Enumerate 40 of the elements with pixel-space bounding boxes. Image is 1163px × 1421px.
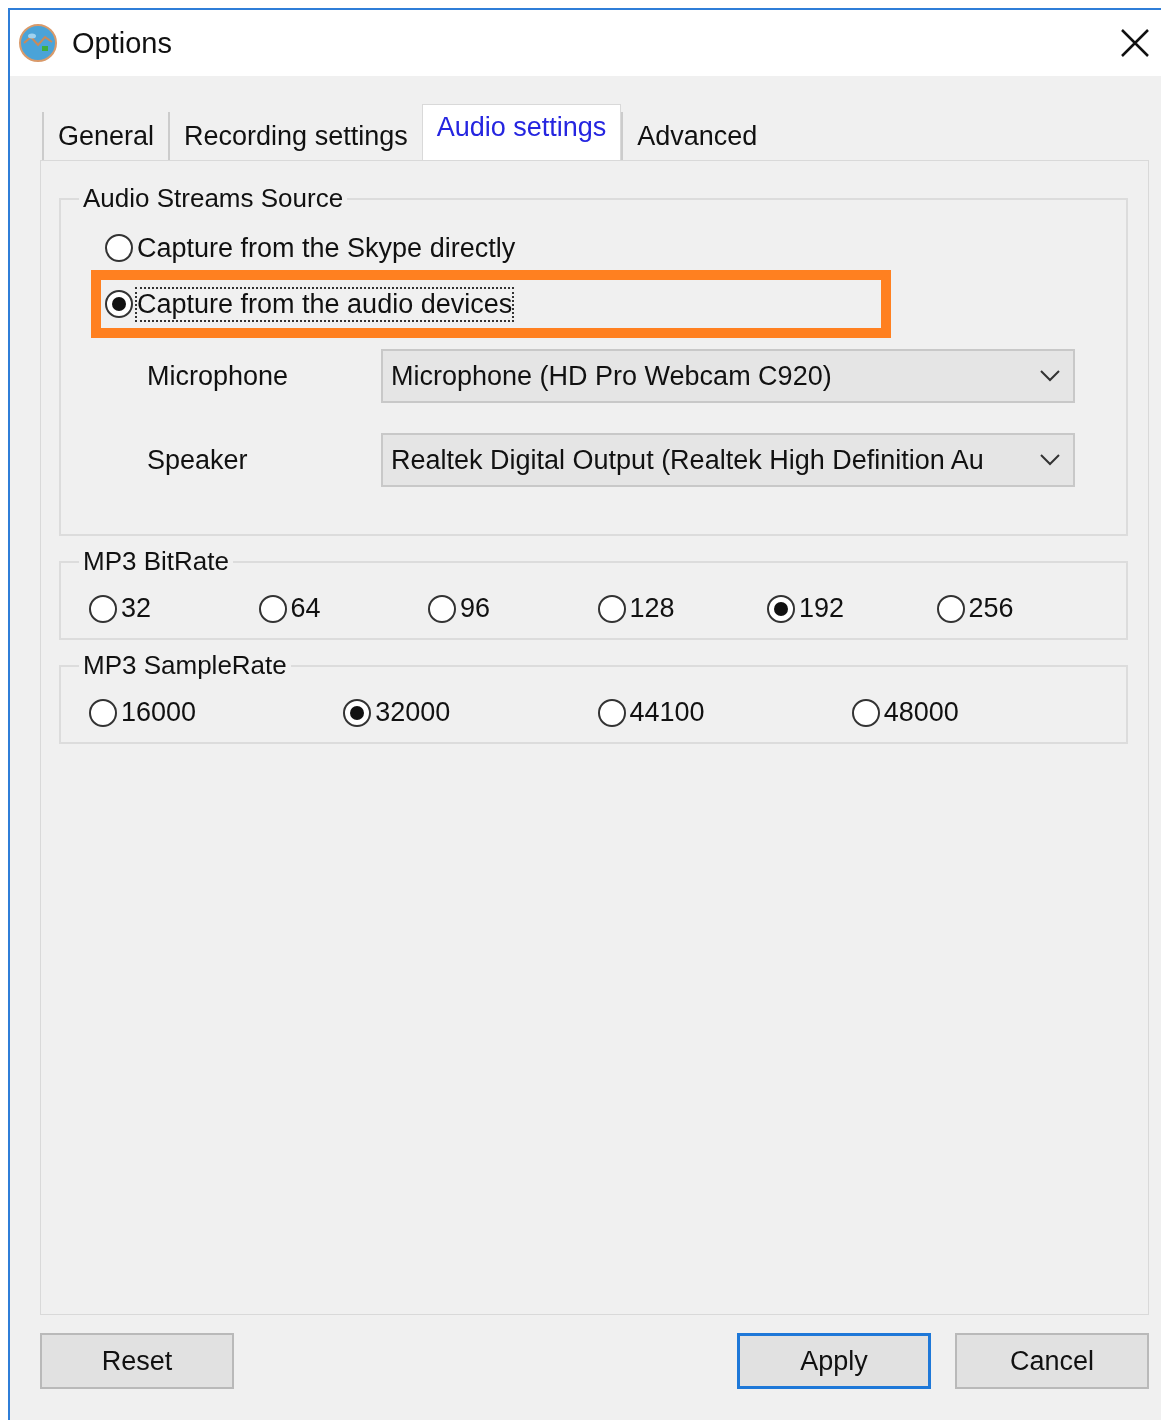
radio-button[interactable] (597, 594, 626, 623)
radio-label[interactable]: 16000 (121, 697, 197, 728)
radio-button[interactable] (89, 698, 117, 727)
radio-button[interactable] (258, 594, 287, 623)
radio-button[interactable] (343, 698, 372, 727)
radio-button[interactable] (767, 594, 795, 623)
radio-button[interactable] (597, 698, 626, 727)
group-title: MP3 SampleRate (82, 650, 288, 681)
radio-label[interactable]: 48000 (883, 697, 959, 728)
radio-label[interactable]: 96 (460, 593, 491, 624)
radio-label[interactable]: 192 (799, 593, 845, 624)
radio-label[interactable]: 128 (629, 593, 675, 624)
close-icon[interactable] (1119, 27, 1151, 59)
group-title: Audio Streams Source (82, 183, 345, 214)
field-label: Microphone (146, 360, 290, 392)
radio-label[interactable]: 32000 (375, 697, 451, 728)
chevron-down-icon (1039, 369, 1061, 383)
tab[interactable]: Audio settings (421, 104, 622, 160)
dialog-button[interactable]: Reset (40, 1333, 234, 1389)
dropdown[interactable]: Realtek Digital Output (Realtek High Definition Au (381, 433, 1075, 487)
radio-label[interactable]: Capture from the Skype directly (137, 232, 516, 264)
radio-label[interactable]: 32 (121, 593, 152, 624)
radio-label[interactable]: 64 (290, 593, 321, 624)
radio-button[interactable] (428, 594, 456, 623)
globe-icon (18, 23, 58, 63)
radio-button[interactable] (105, 234, 133, 262)
group-title: MP3 BitRate (82, 546, 230, 577)
field-label: Speaker (146, 444, 249, 476)
dialog-button[interactable]: Cancel (955, 1333, 1149, 1389)
window-title: Options (72, 26, 172, 60)
dropdown[interactable]: Microphone (HD Pro Webcam C920) (381, 349, 1075, 403)
chevron-down-icon (1039, 453, 1061, 467)
radio-label[interactable]: 44100 (629, 697, 705, 728)
radio-button[interactable] (936, 594, 965, 623)
dialog-button[interactable]: Apply (737, 1333, 931, 1389)
radio-label[interactable]: 256 (968, 593, 1014, 624)
radio-button[interactable] (851, 698, 880, 727)
radio-label[interactable]: Capture from the audio devices (137, 288, 513, 320)
radio-button[interactable] (89, 594, 117, 623)
radio-button[interactable] (105, 290, 133, 318)
